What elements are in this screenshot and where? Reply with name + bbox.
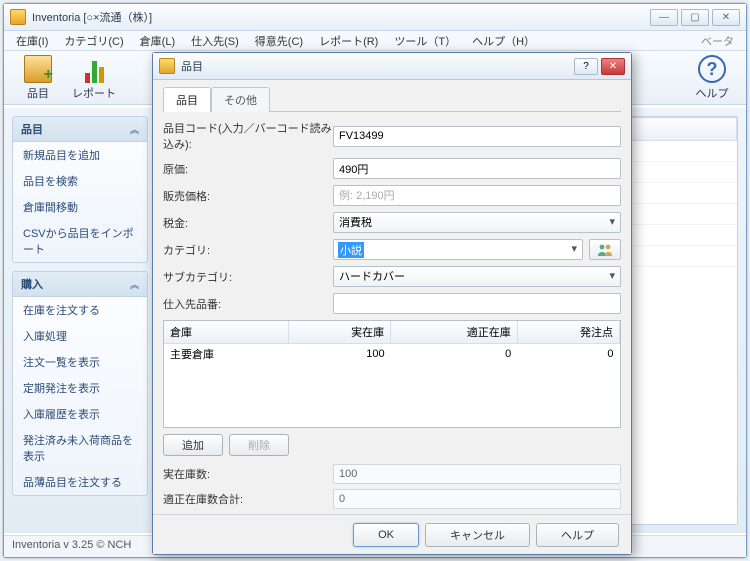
toolbar-item-button[interactable]: 品目 (10, 55, 66, 101)
output-ideal-total (333, 489, 621, 509)
dialog-close-button[interactable]: ✕ (601, 58, 625, 75)
chevron-up-icon[interactable]: ︽ (130, 278, 139, 291)
category-manage-button[interactable] (589, 239, 621, 260)
dialog-title: 品目 (181, 58, 571, 74)
menu-warehouse[interactable]: 倉庫(L) (132, 31, 183, 51)
label-subcategory: サブカテゴリ: (163, 269, 333, 285)
menu-supplier[interactable]: 仕入先(S) (183, 31, 247, 51)
bar-chart-icon (80, 55, 108, 83)
cancel-button[interactable]: キャンセル (425, 523, 530, 547)
wcol-reorder[interactable]: 発注点 (517, 321, 619, 344)
side-recurring[interactable]: 定期発注を表示 (13, 375, 147, 401)
minimize-button[interactable]: — (650, 9, 678, 26)
add-warehouse-button[interactable]: 追加 (163, 434, 223, 456)
window-title: Inventoria [○×流通（株）] (32, 9, 650, 25)
side-items-title: 品目 (21, 121, 43, 137)
warehouse-table[interactable]: 倉庫 実在庫 適正在庫 発注点 主要倉庫 100 0 0 (163, 320, 621, 428)
input-price[interactable] (333, 185, 621, 206)
menubar: 在庫(I) カテゴリ(C) 倉庫(L) 仕入先(S) 得意先(C) レポート(R… (4, 31, 746, 51)
select-subcategory[interactable]: ハードカバー (333, 266, 621, 287)
label-actual-total: 実在庫数: (163, 466, 333, 482)
table-row[interactable]: 主要倉庫 100 0 0 (164, 344, 620, 365)
tab-other[interactable]: その他 (211, 87, 270, 112)
side-low-stock[interactable]: 品薄品目を注文する (13, 469, 147, 495)
side-transfer[interactable]: 倉庫間移動 (13, 194, 147, 220)
side-order-stock[interactable]: 在庫を注文する (13, 297, 147, 323)
wcol-warehouse[interactable]: 倉庫 (164, 321, 288, 344)
label-tax: 税金: (163, 215, 333, 231)
menu-report[interactable]: レポート(R) (311, 31, 386, 51)
side-items-group: 品目 ︽ 新規品目を追加 品目を検索 倉庫間移動 CSVから品目をインポート (12, 116, 148, 263)
select-category[interactable]: 小説 (333, 239, 583, 260)
side-backorder[interactable]: 発注済み未入荷商品を表示 (13, 427, 147, 469)
label-price: 販売価格: (163, 188, 333, 204)
label-supplier-code: 仕入先品番: (163, 296, 333, 312)
toolbar-help-button[interactable]: ? ヘルプ (684, 55, 740, 101)
side-order-list[interactable]: 注文一覧を表示 (13, 349, 147, 375)
dialog-help-button[interactable]: ? (574, 58, 598, 75)
menu-category[interactable]: カテゴリ(C) (56, 31, 131, 51)
app-icon (159, 58, 175, 74)
help-icon: ? (698, 55, 726, 83)
side-purchase-title: 購入 (21, 276, 43, 292)
label-code: 品目コード(入力／バーコード読み込み): (163, 120, 333, 152)
delete-warehouse-button[interactable]: 削除 (229, 434, 289, 456)
label-category: カテゴリ: (163, 242, 333, 258)
menu-customer[interactable]: 得意先(C) (247, 31, 311, 51)
wcol-actual[interactable]: 実在庫 (288, 321, 390, 344)
menu-tools[interactable]: ツール（T） (386, 31, 464, 51)
maximize-button[interactable]: ▢ (681, 9, 709, 26)
toolbar-report-button[interactable]: レポート (66, 55, 122, 101)
input-cost[interactable] (333, 158, 621, 179)
toolbar-help-label: ヘルプ (684, 85, 740, 101)
app-icon (10, 9, 26, 25)
ok-button[interactable]: OK (353, 523, 419, 547)
side-new-item[interactable]: 新規品目を追加 (13, 142, 147, 168)
label-cost: 原価: (163, 161, 333, 177)
label-ideal-total: 適正在庫数合計: (163, 491, 333, 507)
titlebar: Inventoria [○×流通（株）] — ▢ ✕ (4, 4, 746, 31)
close-button[interactable]: ✕ (712, 9, 740, 26)
beta-label: ベータ (693, 31, 742, 51)
people-icon (597, 242, 613, 258)
side-import-csv[interactable]: CSVから品目をインポート (13, 220, 147, 262)
menu-stock[interactable]: 在庫(I) (8, 31, 56, 51)
side-receive[interactable]: 入庫処理 (13, 323, 147, 349)
output-actual-total (333, 464, 621, 484)
side-search-item[interactable]: 品目を検索 (13, 168, 147, 194)
toolbar-report-label: レポート (66, 85, 122, 101)
box-plus-icon (24, 55, 52, 83)
input-code[interactable] (333, 126, 621, 147)
side-receive-history[interactable]: 入庫履歴を表示 (13, 401, 147, 427)
wcol-ideal[interactable]: 適正在庫 (391, 321, 518, 344)
tab-item[interactable]: 品目 (163, 87, 211, 112)
input-supplier-code[interactable] (333, 293, 621, 314)
select-tax[interactable]: 消費税 (333, 212, 621, 233)
toolbar-item-label: 品目 (10, 85, 66, 101)
menu-help[interactable]: ヘルプ（H） (464, 31, 543, 51)
item-dialog: 品目 ? ✕ 品目 その他 品目コード(入力／バーコード読み込み): 原価: 販… (152, 52, 632, 555)
chevron-up-icon[interactable]: ︽ (130, 123, 139, 136)
dialog-help-button-foot[interactable]: ヘルプ (536, 523, 619, 547)
side-purchase-group: 購入 ︽ 在庫を注文する 入庫処理 注文一覧を表示 定期発注を表示 入庫履歴を表示… (12, 271, 148, 496)
